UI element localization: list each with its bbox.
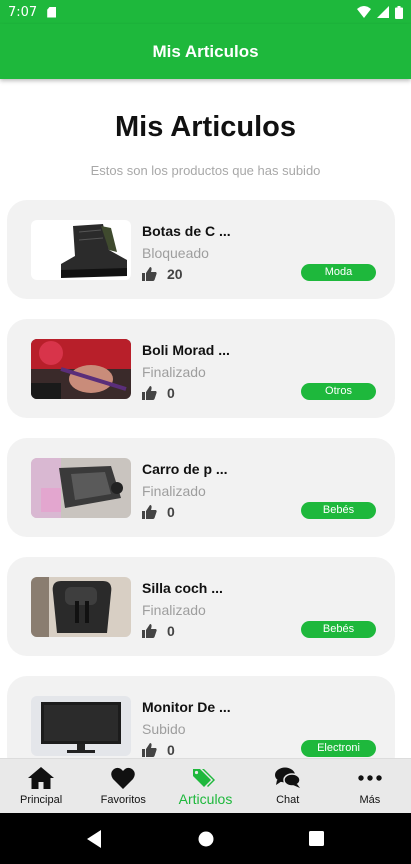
product-thumbnail: [31, 458, 131, 518]
nav-label: Más: [359, 794, 381, 806]
status-icons: [357, 5, 403, 19]
signal-icon: [377, 6, 389, 18]
likes-count: 0: [167, 504, 175, 520]
app-bar-title: Mis Articulos: [152, 41, 259, 61]
heart-icon: [111, 766, 136, 790]
product-status: Finalizado: [142, 483, 206, 499]
likes: 0: [142, 623, 175, 639]
status-time: 7:07: [8, 4, 38, 20]
product-title: Botas de C ...: [142, 223, 231, 239]
nav-label: Chat: [276, 794, 300, 806]
tag-icon: [192, 766, 219, 790]
nav-item-chat[interactable]: Chat: [247, 759, 329, 813]
app-bar: Mis Articulos: [0, 24, 411, 79]
bottom-navigation: Principal Favoritos Articulos Chat Más: [0, 758, 411, 813]
recents-icon[interactable]: [308, 831, 324, 846]
thumbs-up-icon: [142, 267, 157, 281]
more-icon: [358, 766, 382, 790]
category-badge: Moda: [301, 264, 376, 281]
product-status: Bloqueado: [142, 245, 209, 261]
page-title: Mis Articulos: [114, 111, 296, 143]
nav-item-articulos[interactable]: Articulos: [164, 759, 246, 813]
product-title: Monitor De ...: [142, 699, 231, 715]
likes: 0: [142, 504, 175, 520]
product-thumbnail: [31, 339, 131, 399]
likes-count: 0: [167, 742, 175, 758]
chat-icon: [274, 766, 301, 790]
nav-item-principal[interactable]: Principal: [0, 759, 82, 813]
thumbs-up-icon: [142, 386, 157, 400]
page-subtitle: Estos son los productos que has subido: [90, 163, 321, 178]
nav-label: Articulos: [178, 791, 233, 807]
likes: 0: [142, 742, 175, 758]
category-badge: Bebés: [301, 621, 376, 638]
likes-count: 20: [167, 266, 183, 282]
main-content[interactable]: Mis Articulos Estos son los productos qu…: [0, 79, 411, 758]
thumbs-up-icon: [142, 505, 157, 519]
battery-icon: [395, 5, 403, 19]
thumbs-up-icon: [142, 624, 157, 638]
nav-label: Favoritos: [100, 794, 146, 806]
product-title: Carro de p ...: [142, 461, 228, 477]
product-status: Finalizado: [142, 602, 206, 618]
sd-card-icon: [47, 6, 57, 18]
nav-item-favoritos[interactable]: Favoritos: [82, 759, 164, 813]
product-thumbnail: [31, 577, 131, 637]
likes-count: 0: [167, 623, 175, 639]
product-card[interactable]: Silla coch ... Finalizado 0 Bebés: [7, 557, 395, 656]
home-button-icon[interactable]: [198, 831, 214, 847]
likes: 0: [142, 385, 175, 401]
system-navigation-bar: [0, 813, 411, 864]
status-bar: 7:07: [0, 0, 411, 24]
product-card[interactable]: Botas de C ... Bloqueado 20 Moda: [7, 200, 395, 299]
home-icon: [28, 766, 55, 790]
category-badge: Bebés: [301, 502, 376, 519]
nav-item-mas[interactable]: Más: [329, 759, 411, 813]
category-badge: Otros: [301, 383, 376, 400]
product-thumbnail: [31, 696, 131, 756]
product-card[interactable]: Monitor De ... Subido 0 Electroni: [7, 676, 395, 758]
wifi-icon: [357, 6, 371, 18]
thumbs-up-icon: [142, 743, 157, 757]
product-status: Subido: [142, 721, 186, 737]
back-icon[interactable]: [87, 829, 103, 848]
category-badge: Electroni: [301, 740, 376, 757]
product-title: Silla coch ...: [142, 580, 223, 596]
product-card[interactable]: Boli Morad ... Finalizado 0 Otros: [7, 319, 395, 418]
product-card[interactable]: Carro de p ... Finalizado 0 Bebés: [7, 438, 395, 537]
likes-count: 0: [167, 385, 175, 401]
product-thumbnail: [31, 220, 131, 280]
likes: 20: [142, 266, 183, 282]
nav-label: Principal: [20, 794, 63, 806]
product-status: Finalizado: [142, 364, 206, 380]
product-title: Boli Morad ...: [142, 342, 230, 358]
